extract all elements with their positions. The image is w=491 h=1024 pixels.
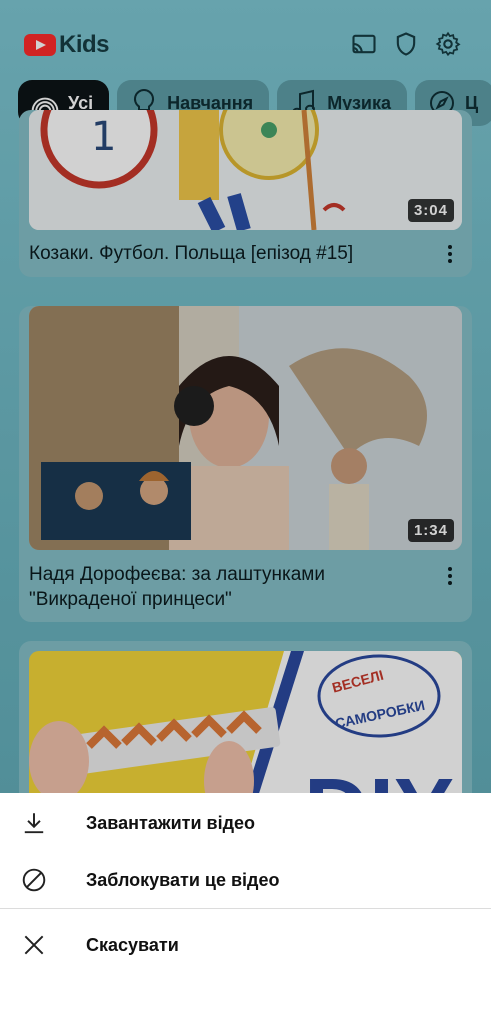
close-icon xyxy=(24,935,44,955)
download-icon xyxy=(24,813,44,834)
block-video-label: Заблокувати це відео xyxy=(86,869,280,890)
youtube-kids-screen: Kids Усі Навчання Музика Ц 1 3:04 Козаки… xyxy=(0,0,491,1024)
download-video-label: Завантажити відео xyxy=(86,812,256,833)
video-options-sheet: Завантажити відео Заблокувати це відео С… xyxy=(0,793,491,1024)
block-video-option[interactable]: Заблокувати це відео xyxy=(0,852,491,908)
download-video-option[interactable]: Завантажити відео xyxy=(0,795,491,851)
divider xyxy=(0,908,491,909)
cancel-option[interactable]: Скасувати xyxy=(0,917,491,973)
block-icon xyxy=(22,868,46,892)
cancel-label: Скасувати xyxy=(86,934,179,955)
dim-overlay[interactable] xyxy=(0,0,491,795)
